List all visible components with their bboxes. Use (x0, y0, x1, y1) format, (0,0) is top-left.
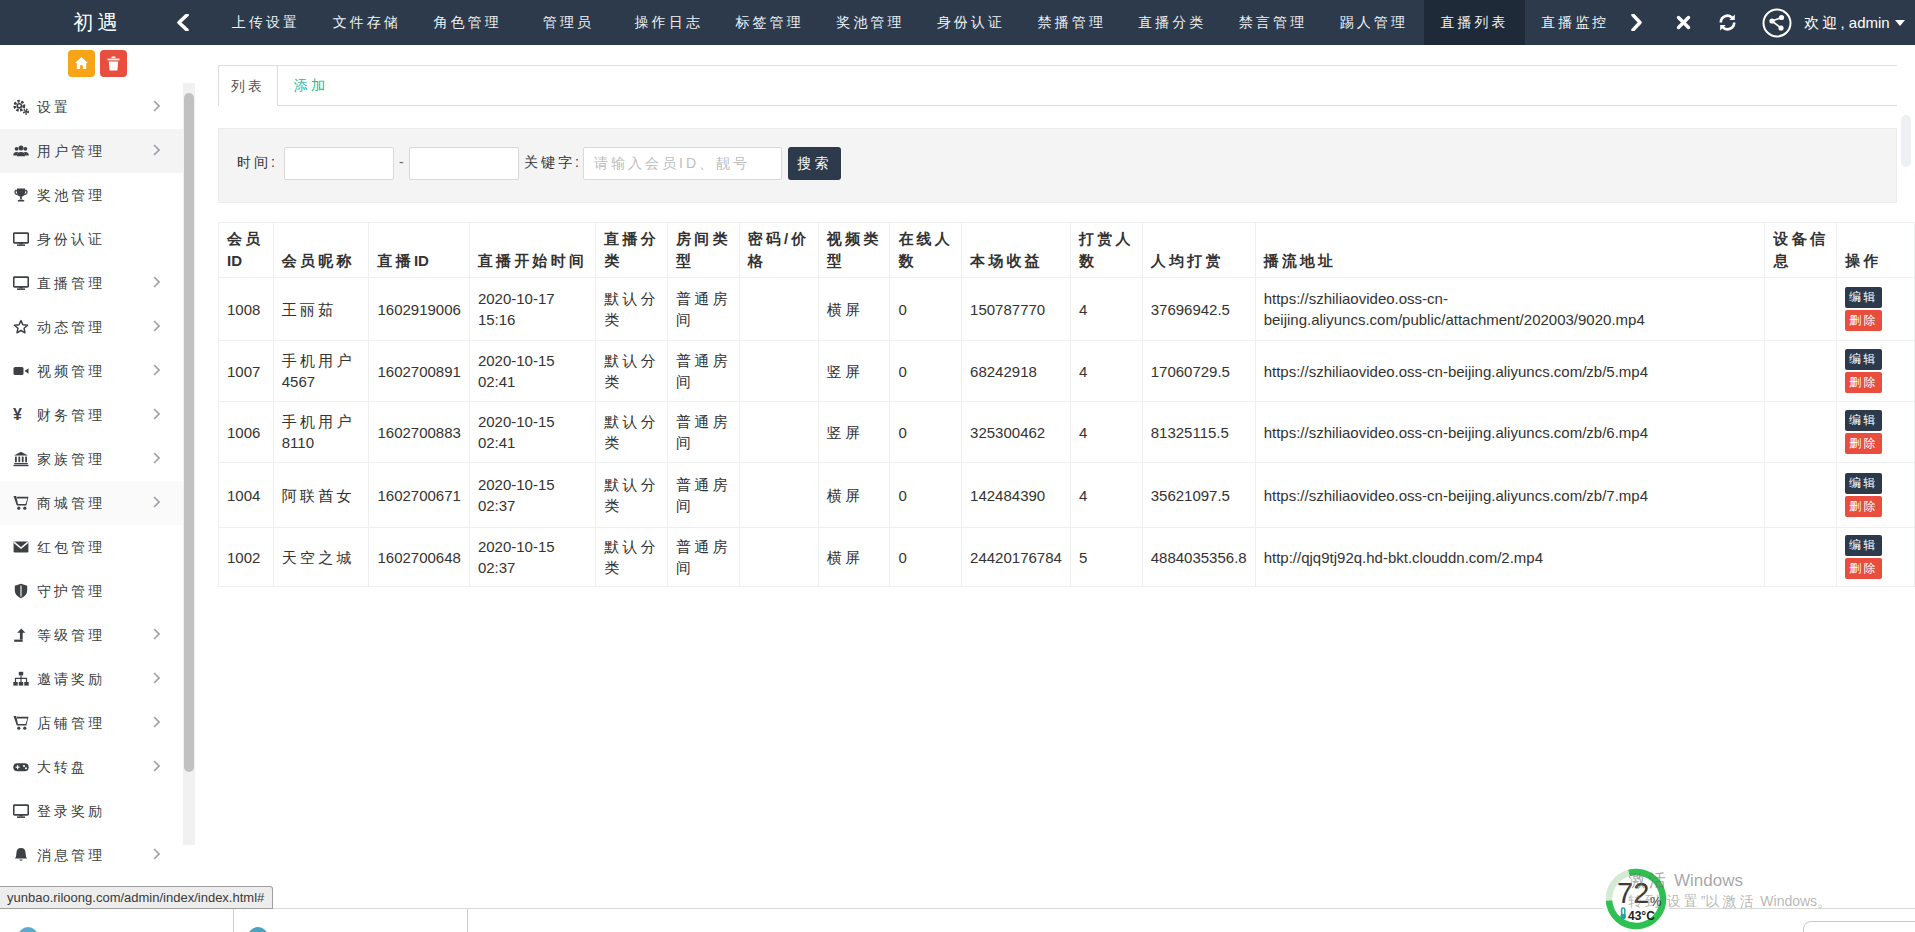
svg-text:43°C: 43°C (1628, 909, 1655, 923)
